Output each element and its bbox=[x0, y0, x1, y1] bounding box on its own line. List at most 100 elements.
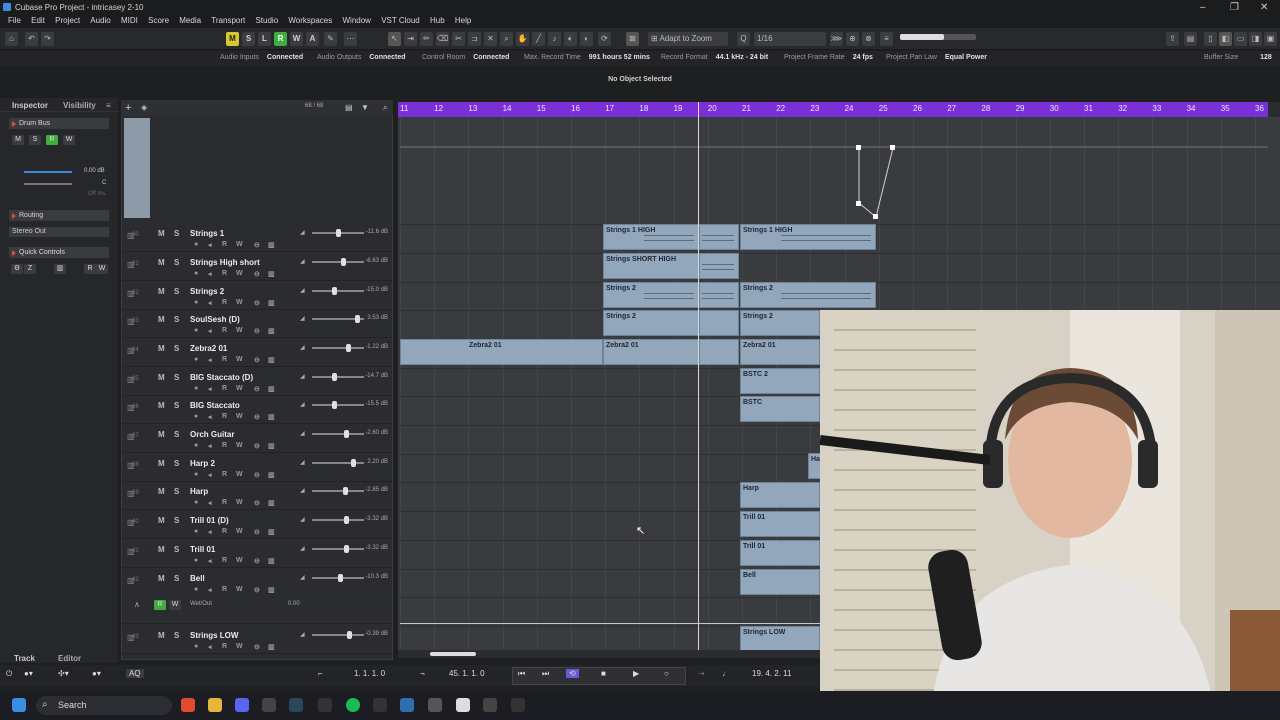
track-row[interactable]: ▥ 36 M S BIG Staccato ● ◂ R W ⊖ ▥ ◢ -15.5 dB bbox=[122, 396, 392, 424]
track-keyboard-icon[interactable]: ▥ bbox=[268, 442, 275, 450]
track-solo-button[interactable]: S bbox=[174, 516, 179, 525]
event-trill-d[interactable]: Trill 01 bbox=[740, 511, 820, 537]
track-solo-button[interactable]: S bbox=[174, 574, 179, 583]
event-trill[interactable]: Trill 01 bbox=[740, 540, 820, 566]
playback-cursor[interactable] bbox=[698, 102, 699, 650]
inspector-track-section[interactable]: Drum Bus bbox=[9, 118, 109, 129]
fader-knob[interactable] bbox=[343, 487, 348, 495]
track-row[interactable]: ▥ 35 M S BIG Staccato (D) ● ◂ R W ⊖ ▥ ◢ -14.7 dB bbox=[122, 368, 392, 396]
event-strings2-b[interactable] bbox=[699, 282, 739, 308]
track-record-enable-icon[interactable]: ● bbox=[194, 270, 198, 277]
track-solo-button[interactable]: S bbox=[174, 545, 179, 554]
track-write-button[interactable]: W bbox=[236, 356, 243, 363]
track-volume-fader[interactable] bbox=[312, 516, 364, 524]
track-solo-button[interactable]: S bbox=[174, 373, 179, 382]
mute-state-button[interactable]: M bbox=[226, 32, 239, 46]
track-write-button[interactable]: W bbox=[236, 499, 243, 506]
event-zebra-b[interactable]: Zebra2 01 bbox=[603, 339, 699, 365]
track-keyboard-icon[interactable]: ▥ bbox=[268, 643, 275, 651]
quick-controls-read-button[interactable]: R bbox=[84, 264, 96, 274]
track-write-button[interactable]: W bbox=[236, 413, 243, 420]
track-mute-button[interactable]: M bbox=[158, 487, 165, 496]
event-strings-low[interactable]: Strings LOW bbox=[740, 626, 820, 652]
track-monitor-icon[interactable]: ◂ bbox=[208, 643, 212, 651]
grid-type-select[interactable]: ⊞ Adapt to Zoom bbox=[648, 32, 728, 46]
right-locator-icon[interactable]: ¬ bbox=[420, 669, 425, 678]
menu-project[interactable]: Project bbox=[55, 16, 80, 25]
timeline-ruler[interactable]: 11 12 13 14 15 16 17 18 19 20 21 22 23 24 25 26 27 28 29 30… bbox=[398, 102, 1268, 117]
layout-left-icon[interactable]: ▯ bbox=[1204, 32, 1217, 46]
track-mute-button[interactable]: M bbox=[158, 631, 165, 640]
inspector-solo-button[interactable]: S bbox=[29, 135, 41, 145]
track-read-button[interactable]: R bbox=[222, 385, 227, 392]
cycle-mode-icon[interactable]: ✣▾ bbox=[58, 669, 69, 678]
track-keyboard-icon[interactable]: ▥ bbox=[268, 586, 275, 594]
track-read-button[interactable]: R bbox=[222, 270, 227, 277]
file-explorer-icon[interactable] bbox=[208, 698, 222, 712]
quick-controls-section[interactable]: Quick Controls bbox=[9, 247, 109, 258]
track-keyboard-icon[interactable]: ▥ bbox=[268, 385, 275, 393]
bell-automation-line[interactable] bbox=[400, 623, 820, 624]
fader-knob[interactable] bbox=[332, 401, 337, 409]
event-bstc2[interactable]: BSTC 2 bbox=[740, 368, 820, 394]
close-button[interactable]: ✕ bbox=[1260, 2, 1268, 13]
app-icon-4[interactable] bbox=[456, 698, 470, 712]
menu-window[interactable]: Window bbox=[343, 16, 371, 25]
track-row[interactable]: ▥ 41 M S Trill 01 ● ◂ R W ⊖ ▥ ◢ -3.32 dB bbox=[122, 540, 392, 568]
track-row[interactable]: ▥ 40 M S Trill 01 (D) ● ◂ R W ⊖ ▥ ◢ -3.32 dB bbox=[122, 511, 392, 539]
color-tool-icon[interactable]: ◐ bbox=[580, 32, 593, 46]
event-bell[interactable]: Bell bbox=[740, 569, 820, 595]
track-read-button[interactable]: R bbox=[222, 643, 227, 650]
maximize-button[interactable]: ❐ bbox=[1230, 2, 1239, 13]
range-tool-icon[interactable]: ⇥ bbox=[404, 32, 417, 46]
line-tool-icon[interactable]: ╱ bbox=[532, 32, 545, 46]
quantize-settings-icon[interactable]: ⊕ bbox=[846, 32, 859, 46]
track-monitor-icon[interactable]: ◂ bbox=[208, 327, 212, 335]
track-write-button[interactable]: W bbox=[236, 241, 243, 248]
quick-controls-write-button[interactable]: W bbox=[96, 264, 108, 274]
object-selection-tool-icon[interactable]: ↖ bbox=[388, 32, 401, 46]
auto-button[interactable]: A bbox=[306, 32, 319, 46]
track-edit-instrument-icon[interactable]: ⊖ bbox=[254, 327, 260, 335]
status-audio-outputs[interactable]: Audio Outputs Connected bbox=[317, 54, 406, 61]
horizontal-scrollbar[interactable] bbox=[398, 650, 820, 658]
track-read-button[interactable]: R bbox=[222, 299, 227, 306]
automation-parameter[interactable]: Wet/Out bbox=[190, 601, 212, 607]
track-volume-fader[interactable] bbox=[312, 631, 364, 639]
track-read-button[interactable]: R bbox=[222, 413, 227, 420]
event-soulsesh-b[interactable] bbox=[699, 310, 739, 336]
layout-lower-icon[interactable]: ▭ bbox=[1234, 32, 1247, 46]
track-name[interactable]: Strings High short bbox=[190, 258, 260, 267]
track-read-button[interactable]: R bbox=[222, 442, 227, 449]
track-monitor-icon[interactable]: ◂ bbox=[208, 442, 212, 450]
track-filter-icon[interactable]: ◈ bbox=[141, 103, 147, 112]
tab-editor[interactable]: Editor bbox=[58, 654, 81, 663]
inspector-menu-icon[interactable]: ≡ bbox=[106, 101, 111, 110]
hand-tool-icon[interactable]: ✋ bbox=[516, 32, 529, 46]
menu-vst-cloud[interactable]: VST Cloud bbox=[381, 16, 420, 25]
track-volume-fader[interactable] bbox=[312, 344, 364, 352]
track-solo-button[interactable]: S bbox=[174, 487, 179, 496]
track-edit-instrument-icon[interactable]: ⊖ bbox=[254, 270, 260, 278]
app-icon-2[interactable] bbox=[373, 698, 387, 712]
track-solo-button[interactable]: S bbox=[174, 229, 179, 238]
track-edit-instrument-icon[interactable]: ⊖ bbox=[254, 557, 260, 565]
track-keyboard-icon[interactable]: ▥ bbox=[268, 356, 275, 364]
tab-inspector[interactable]: Inspector bbox=[12, 101, 48, 110]
track-read-button[interactable]: R bbox=[222, 241, 227, 248]
track-row[interactable]: ▥ 34 M S Zebra2 01 ● ◂ R W ⊖ ▥ ◢ -1.22 dB bbox=[122, 339, 392, 367]
app-icon-1[interactable] bbox=[262, 698, 276, 712]
chrome-icon[interactable] bbox=[318, 698, 332, 712]
stop-button[interactable]: ■ bbox=[601, 669, 606, 678]
track-mute-button[interactable]: M bbox=[158, 459, 165, 468]
automation-read-button[interactable]: R bbox=[154, 600, 166, 610]
event-zebra-a[interactable]: Zebra2 01 bbox=[400, 339, 603, 365]
track-row[interactable]: ▥ 30 M S Strings 1 ● ◂ R W ⊖ ▥ ◢ -11.6 dB bbox=[122, 224, 392, 252]
fader-knob[interactable] bbox=[332, 373, 337, 381]
glue-tool-icon[interactable]: ⊐ bbox=[468, 32, 481, 46]
track-solo-button[interactable]: S bbox=[174, 401, 179, 410]
track-name[interactable]: BIG Staccato (D) bbox=[190, 373, 253, 382]
track-volume-fader[interactable] bbox=[312, 545, 364, 553]
track-write-button[interactable]: W bbox=[236, 643, 243, 650]
metronome-icon[interactable]: ♩ bbox=[722, 669, 730, 678]
